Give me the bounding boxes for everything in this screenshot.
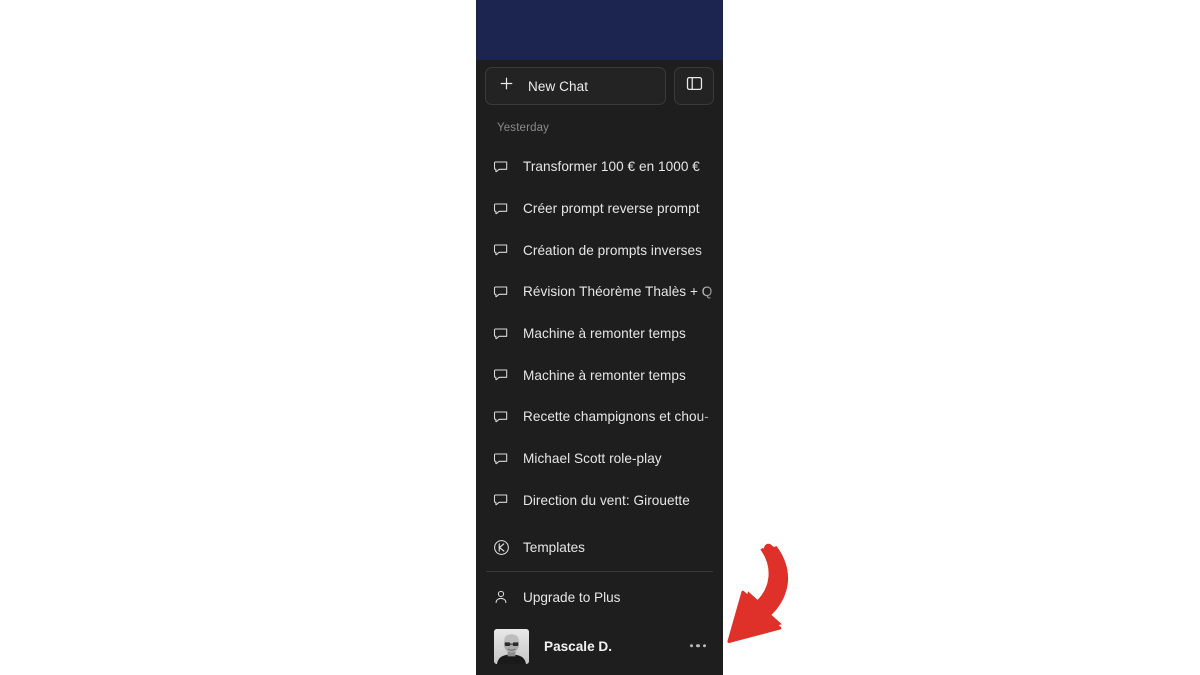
chat-list-item[interactable]: Créer prompt reverse prompt <box>476 188 723 230</box>
chat-bubble-icon <box>493 159 514 175</box>
chat-list-item-title: Machine à remonter temps <box>523 367 686 383</box>
chat-list-item[interactable]: Machine à remonter temps <box>476 354 723 396</box>
new-chat-label: New Chat <box>528 78 589 94</box>
chat-list-item-title: Direction du vent: Girouette <box>523 492 690 508</box>
account-row[interactable]: Pascale D. <box>476 623 723 669</box>
chat-section-label: Yesterday <box>497 122 550 134</box>
chat-list-item[interactable]: Révision Théorème Thalès + Q <box>476 271 723 313</box>
sidebar-panel-toggle-button[interactable] <box>674 67 714 105</box>
page-canvas: New Chat Yesterday Transformer 100 € en … <box>0 0 1200 675</box>
chat-list-item[interactable]: Création de prompts inverses <box>476 229 723 271</box>
chat-list-item-title: Machine à remonter temps <box>523 326 686 342</box>
chat-bubble-icon <box>493 242 514 258</box>
chat-list-item[interactable]: Recette champignons et chou- <box>476 396 723 438</box>
chat-list-item-title: Révision Théorème Thalès + Q <box>523 284 713 300</box>
chat-bubble-icon <box>493 367 514 383</box>
chat-bubble-icon <box>493 326 514 342</box>
chat-list-item[interactable]: Machine à remonter temps <box>476 313 723 355</box>
sidebar-item-templates[interactable]: Templates <box>476 526 723 568</box>
app-header-bar <box>476 0 723 60</box>
chat-list-item[interactable]: Direction du vent: Girouette <box>476 480 723 522</box>
footer-divider <box>486 571 713 572</box>
sidebar-item-upgrade-to-plus[interactable]: Upgrade to Plus <box>476 580 723 614</box>
chat-list-item-title: Transformer 100 € en 1000 € <box>523 159 700 175</box>
new-chat-button[interactable]: New Chat <box>485 67 666 105</box>
sidebar-panel-icon <box>686 75 703 97</box>
chat-bubble-icon <box>493 201 514 217</box>
chat-list-item-title: Recette champignons et chou- <box>523 409 709 425</box>
chat-bubble-icon <box>493 451 514 467</box>
person-icon <box>493 589 514 605</box>
circled-k-icon <box>493 539 514 556</box>
chat-list-item[interactable]: Transformer 100 € en 1000 € <box>476 146 723 188</box>
sidebar: New Chat Yesterday Transformer 100 € en … <box>476 0 723 675</box>
chat-bubble-icon <box>493 284 514 300</box>
chat-list-item-title: Création de prompts inverses <box>523 242 702 258</box>
avatar <box>494 628 529 664</box>
sidebar-item-templates-label: Templates <box>523 539 585 555</box>
plus-icon <box>499 76 514 96</box>
account-name: Pascale D. <box>544 638 613 654</box>
chat-list-item-title: Michael Scott role-play <box>523 451 662 467</box>
chat-bubble-icon <box>493 409 514 425</box>
chat-list-item-title: Créer prompt reverse prompt <box>523 201 700 217</box>
chat-list: Transformer 100 € en 1000 € Créer prompt… <box>476 146 723 521</box>
sidebar-item-upgrade-label: Upgrade to Plus <box>523 589 621 605</box>
sidebar-top-row: New Chat <box>476 60 723 112</box>
ellipsis-icon[interactable] <box>689 644 706 648</box>
chat-list-item[interactable]: Michael Scott role-play <box>476 438 723 480</box>
chat-bubble-icon <box>493 492 514 508</box>
